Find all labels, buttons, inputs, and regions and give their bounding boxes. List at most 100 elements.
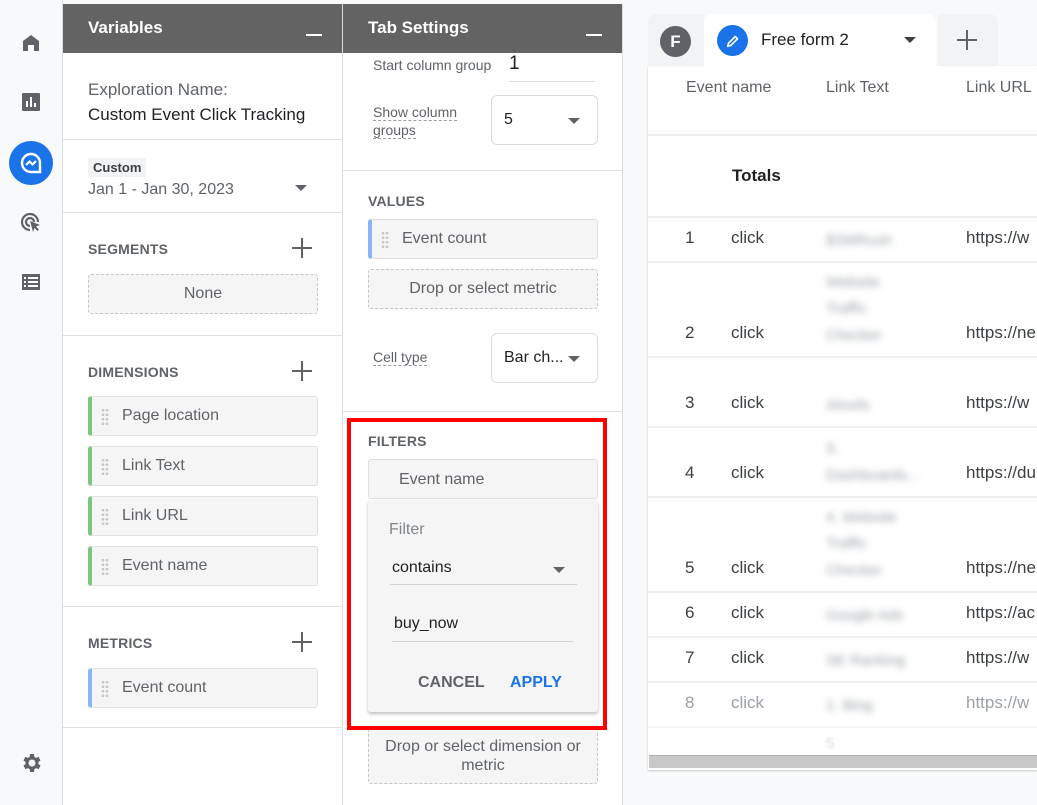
metrics-title: METRICS	[88, 635, 153, 651]
nav-rail	[0, 0, 63, 805]
link-text-cell: Ahrefs	[826, 397, 870, 414]
event-name-cell: click	[731, 558, 765, 577]
event-name-cell: click	[731, 463, 765, 482]
link-text-cell: Google Ads	[826, 607, 904, 624]
event-name-cell: click	[731, 603, 765, 622]
segments-empty[interactable]: None	[88, 274, 318, 314]
list-icon	[22, 274, 40, 290]
pencil-icon	[717, 25, 748, 56]
divider	[648, 726, 1037, 728]
drag-handle-icon	[101, 558, 109, 576]
dimension-label: Link Text	[122, 457, 185, 474]
cancel-button[interactable]: CANCEL	[418, 674, 485, 692]
drag-handle-icon	[101, 458, 109, 476]
horizontal-scrollbar[interactable]	[649, 755, 1037, 768]
metric-chip[interactable]: Event count	[88, 668, 318, 708]
chevron-down-icon	[553, 567, 565, 573]
divider	[648, 426, 1037, 428]
dimension-chip[interactable]: Page location	[88, 396, 318, 436]
column-header-link-text[interactable]: Link Text	[826, 79, 889, 97]
link-url-cell: https://ac	[966, 603, 1035, 622]
event-name-cell: click	[731, 393, 765, 412]
tab-f[interactable]: F	[648, 14, 704, 66]
date-range-picker[interactable]: Custom Jan 1 - Jan 30, 2023	[63, 140, 342, 213]
value-chip[interactable]: Event count	[368, 219, 598, 259]
dimension-chip[interactable]: Link URL	[88, 496, 318, 536]
totals-label: Totals	[732, 166, 781, 185]
nav-configure[interactable]	[9, 260, 53, 304]
chevron-down-icon	[568, 356, 580, 362]
dimension-label: Link URL	[122, 507, 188, 524]
link-text-cell: Checker	[826, 562, 882, 579]
bar-chart-icon	[22, 93, 40, 111]
tab-settings-title: Tab Settings	[368, 18, 469, 37]
dimension-label: Page location	[122, 407, 219, 424]
tab-free-form-2[interactable]: Free form 2	[704, 14, 936, 66]
cell-type-value: Bar ch...	[504, 349, 564, 366]
nav-advertising[interactable]	[9, 200, 53, 244]
tab-f-avatar: F	[660, 26, 691, 57]
drop-metric-target[interactable]: Drop or select metric	[368, 269, 598, 309]
link-url-cell: https://w	[966, 228, 1030, 247]
link-text-cell: Website	[826, 274, 880, 291]
variables-panel: Variables Exploration Name: Custom Event…	[63, 4, 343, 805]
tab-settings-header: Tab Settings	[343, 4, 622, 53]
target-cursor-icon	[20, 212, 40, 232]
dimension-chip[interactable]: Link Text	[88, 446, 318, 486]
divider	[648, 496, 1037, 498]
column-header-event-name[interactable]: Event name	[686, 79, 771, 97]
filter-value-input[interactable]: buy_now	[392, 612, 573, 642]
nav-home[interactable]	[9, 21, 53, 65]
drag-handle-icon	[101, 408, 109, 426]
add-dimension-button[interactable]	[292, 361, 312, 381]
show-column-groups-select[interactable]: 5	[491, 95, 598, 145]
nav-reports[interactable]	[9, 80, 53, 124]
filter-condition-select[interactable]: contains	[390, 556, 577, 585]
divider	[648, 681, 1037, 683]
cell-type-select[interactable]: Bar ch...	[491, 333, 598, 383]
add-metric-button[interactable]	[292, 632, 312, 652]
filters-title: FILTERS	[368, 433, 427, 449]
nav-explore[interactable]	[9, 141, 53, 185]
segments-section: SEGMENTS None	[63, 213, 342, 336]
start-column-group-input[interactable]: 1	[509, 53, 595, 82]
show-column-groups-label: Show column groups	[373, 104, 458, 139]
drag-handle-icon	[381, 231, 389, 249]
row-index: 6	[685, 603, 695, 622]
column-settings: Start column group 1 Show column groups …	[343, 53, 622, 171]
chevron-down-icon	[568, 118, 580, 124]
gear-icon	[23, 754, 41, 772]
link-text-cell: Dashboards...	[826, 467, 920, 484]
start-column-group-label: Start column group	[373, 57, 492, 73]
dimensions-title: DIMENSIONS	[88, 364, 179, 380]
row-index: 4	[685, 463, 695, 482]
filter-chip-event-name[interactable]: Event name	[368, 459, 598, 499]
link-text-cell: 1. Bing	[826, 697, 873, 714]
filter-condition-value: contains	[392, 559, 452, 576]
exploration-name[interactable]: Custom Event Click Tracking	[88, 102, 342, 127]
dimension-chip[interactable]: Event name	[88, 546, 318, 586]
drop-filter-target[interactable]: Drop or select dimension or metric	[368, 728, 598, 784]
add-tab-button[interactable]	[938, 14, 998, 66]
values-title: VALUES	[368, 193, 425, 209]
link-url-cell: https://ne	[966, 558, 1036, 577]
exploration-name-section[interactable]: Exploration Name: Custom Event Click Tra…	[63, 53, 342, 140]
divider	[648, 356, 1037, 358]
row-index: 3	[685, 393, 695, 412]
minimize-icon	[586, 34, 602, 36]
add-segment-button[interactable]	[292, 238, 312, 258]
apply-button[interactable]: APPLY	[510, 674, 562, 692]
tab-name: Free form 2	[761, 30, 849, 49]
column-header-link-url[interactable]: Link URL	[966, 79, 1032, 97]
link-url-cell: https://du	[966, 463, 1036, 482]
cell-type-label: Cell type	[373, 349, 428, 366]
row-index: 5	[685, 558, 695, 577]
filter-label: Filter	[389, 521, 425, 538]
row-index: 1	[685, 228, 695, 247]
row-index: 2	[685, 323, 695, 342]
date-range-badge: Custom	[88, 158, 147, 177]
dimensions-section: DIMENSIONS Page location Link Text Link …	[63, 336, 342, 607]
link-text-cell: 4. Website	[826, 509, 897, 526]
nav-settings[interactable]	[9, 741, 53, 785]
exploration-name-label: Exploration Name:	[88, 80, 228, 99]
